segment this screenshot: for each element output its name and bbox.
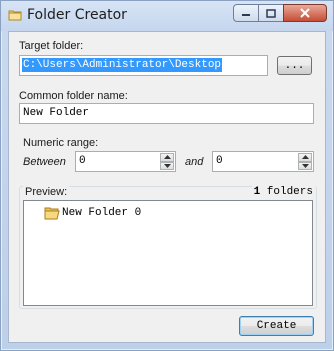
caption-buttons — [233, 4, 327, 22]
down-arrow-icon — [301, 163, 309, 168]
up-arrow-icon — [163, 155, 171, 160]
preview-list[interactable]: New Folder 0 — [23, 200, 313, 306]
range-to-spin-buttons — [298, 153, 312, 170]
range-to-up-button[interactable] — [298, 153, 312, 162]
title-bar[interactable]: Folder Creator — [1, 1, 333, 31]
range-from-up-button[interactable] — [160, 153, 174, 162]
dialog-body: Target folder: C:\Users\Administrator\De… — [8, 31, 326, 343]
between-label: Between — [23, 156, 66, 168]
range-to-value: 0 — [216, 155, 223, 167]
range-to-stepper[interactable]: 0 — [212, 151, 314, 172]
folder-count-suffix: folders — [266, 186, 313, 198]
common-folder-name-label: Common folder name: — [19, 90, 128, 102]
down-arrow-icon — [163, 163, 171, 168]
range-from-stepper[interactable]: 0 — [75, 151, 176, 172]
browse-button[interactable]: ... — [277, 56, 312, 75]
range-from-value: 0 — [79, 155, 86, 167]
folder-count-value: 1 — [253, 186, 261, 198]
create-button[interactable]: Create — [239, 316, 314, 336]
maximize-icon — [266, 8, 276, 18]
list-item-label: New Folder 0 — [62, 207, 142, 219]
minimize-button[interactable] — [233, 4, 259, 22]
range-from-spin-buttons — [160, 153, 174, 170]
window-title: Folder Creator — [27, 7, 127, 23]
target-folder-input[interactable]: C:\Users\Administrator\Desktop — [19, 55, 268, 76]
app-window: Folder Creator Target folder: C:\Users\A… — [0, 0, 334, 351]
open-folder-icon — [44, 207, 60, 220]
target-folder-label: Target folder: — [19, 40, 84, 52]
close-button[interactable] — [283, 4, 327, 22]
common-folder-name-input[interactable]: New Folder — [19, 103, 314, 124]
minimize-icon — [242, 14, 250, 16]
range-to-down-button[interactable] — [298, 161, 312, 170]
up-arrow-icon — [301, 155, 309, 160]
target-folder-value: C:\Users\Administrator\Desktop — [22, 58, 223, 72]
folder-icon — [8, 8, 22, 22]
numeric-range-label: Numeric range: — [23, 137, 99, 149]
common-folder-name-value: New Folder — [23, 107, 90, 119]
maximize-button[interactable] — [258, 4, 284, 22]
folder-count: 1 folders — [251, 186, 315, 198]
close-icon — [300, 8, 310, 18]
and-label: and — [185, 156, 204, 168]
preview-label: Preview: — [23, 186, 70, 198]
list-item[interactable]: New Folder 0 — [44, 206, 141, 220]
range-from-down-button[interactable] — [160, 161, 174, 170]
